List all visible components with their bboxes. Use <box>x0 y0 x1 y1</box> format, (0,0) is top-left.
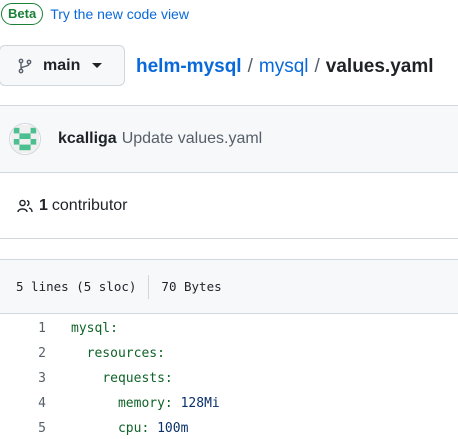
breadcrumb-repo-link[interactable]: helm-mysql <box>136 56 242 78</box>
file-size: 70 Bytes <box>161 279 222 294</box>
code-view: 1 mysql: 2 resources: 3 requests: 4 memo… <box>0 316 458 439</box>
line-number[interactable]: 1 <box>0 321 46 336</box>
code-line: 3 requests: <box>0 366 458 391</box>
file-info-divider <box>148 274 150 299</box>
latest-commit-box: kcalliga Update values.yaml <box>0 105 458 173</box>
file-info-header: 5 lines (5 sloc) 70 Bytes <box>0 259 458 314</box>
contributor-label[interactable]: contributor <box>52 197 128 215</box>
yaml-key: resources: <box>86 346 165 361</box>
avatar[interactable] <box>9 123 41 155</box>
file-line-count: 5 lines (5 sloc) <box>16 279 137 294</box>
breadcrumb-dir-link[interactable]: mysql <box>259 56 309 78</box>
breadcrumb-file-name: values.yaml <box>325 56 434 77</box>
beta-banner: Beta Try the new code view <box>0 3 189 25</box>
breadcrumb-separator: / <box>314 56 320 77</box>
contributors-box: 1 contributor <box>0 173 458 239</box>
branch-name: main <box>43 56 81 74</box>
yaml-key: requests: <box>102 371 173 386</box>
yaml-key: mysql: <box>71 321 118 336</box>
line-content: memory: 128Mi <box>71 396 220 411</box>
try-new-code-view-link[interactable]: Try the new code view <box>50 6 189 22</box>
line-content: cpu: 100m <box>71 421 188 436</box>
line-content: resources: <box>71 346 165 361</box>
contributor-count[interactable]: 1 <box>39 197 48 215</box>
chevron-down-icon <box>92 63 103 68</box>
branch-select-button[interactable]: main <box>0 45 125 86</box>
commit-message-link[interactable]: Update values.yaml <box>122 130 263 148</box>
breadcrumb-separator: / <box>247 56 253 77</box>
code-line: 4 memory: 128Mi <box>0 391 458 416</box>
line-number[interactable]: 5 <box>0 421 46 436</box>
beta-badge: Beta <box>1 3 44 25</box>
commit-author-link[interactable]: kcalliga <box>58 130 117 148</box>
code-line: 2 resources: <box>0 341 458 366</box>
breadcrumb: helm-mysql / mysql / values.yaml <box>136 54 434 80</box>
line-number[interactable]: 4 <box>0 396 46 411</box>
line-content: requests: <box>71 371 173 386</box>
people-icon <box>17 198 33 214</box>
line-number[interactable]: 3 <box>0 371 46 386</box>
yaml-value: 100m <box>149 421 189 436</box>
line-content: mysql: <box>71 321 118 336</box>
git-branch-icon <box>17 58 33 74</box>
yaml-value: 128Mi <box>172 396 220 411</box>
line-number[interactable]: 2 <box>0 346 46 361</box>
yaml-key: memory: <box>117 396 173 411</box>
code-line: 5 cpu: 100m <box>0 416 458 439</box>
yaml-key: cpu: <box>117 421 150 436</box>
code-line: 1 mysql: <box>0 316 458 341</box>
